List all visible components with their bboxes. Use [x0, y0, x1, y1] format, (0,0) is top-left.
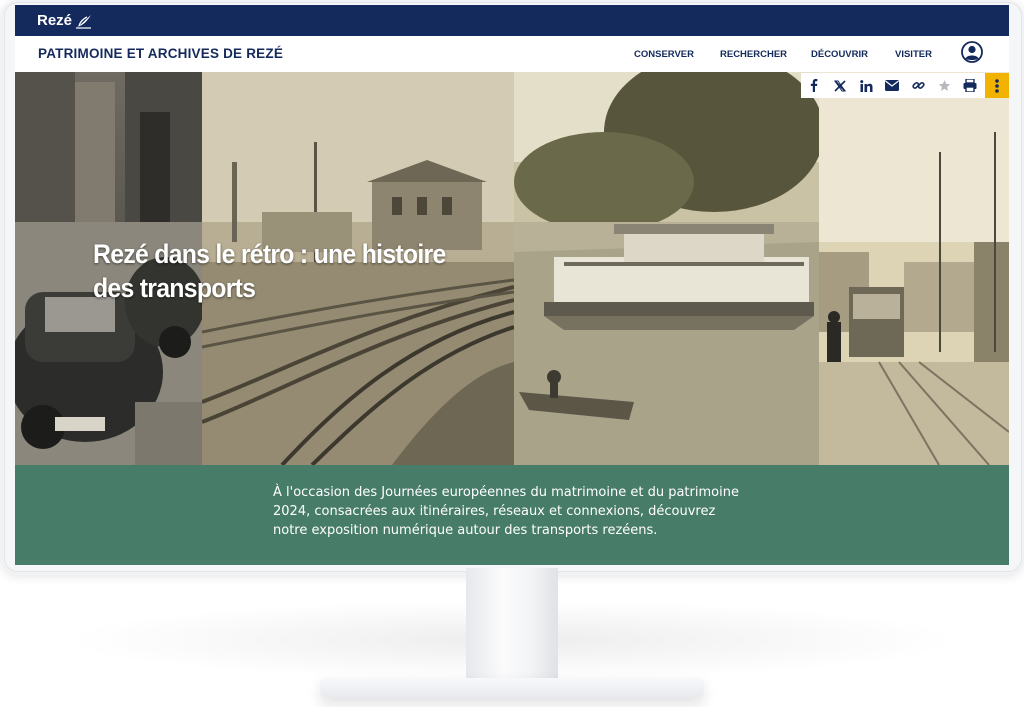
nav-item-decouvrir[interactable]: DÉCOUVRIR: [811, 49, 868, 60]
hero-title: Rezé dans le rétro : une histoire des tr…: [93, 239, 446, 303]
more-vertical-icon[interactable]: [985, 73, 1009, 98]
user-account-icon[interactable]: [961, 41, 983, 63]
share-toolbar: [801, 73, 1009, 98]
monitor-stand-neck: [466, 568, 558, 680]
hero-image-paddle-steamer: [514, 72, 819, 465]
nav-item-visiter[interactable]: VISITER: [895, 49, 932, 60]
site-title[interactable]: PATRIMOINE ET ARCHIVES DE REZÉ: [38, 46, 283, 61]
nav-item-conserver[interactable]: CONSERVER: [634, 49, 694, 60]
email-icon[interactable]: [879, 73, 905, 98]
link-icon[interactable]: [905, 73, 931, 98]
print-icon[interactable]: [957, 73, 983, 98]
reze-logo[interactable]: Rezé: [37, 12, 93, 29]
intro-text: À l'occasion des Journées européennes du…: [273, 485, 739, 538]
nav-item-rechercher[interactable]: RECHERCHER: [720, 49, 787, 60]
hero-image-tramway-street: [819, 72, 1009, 465]
x-icon[interactable]: [827, 73, 853, 98]
star-icon[interactable]: [931, 73, 957, 98]
linkedin-icon[interactable]: [853, 73, 879, 98]
facebook-icon[interactable]: [801, 73, 827, 98]
intro-band: À l'occasion des Journées européennes du…: [15, 465, 1009, 565]
hero-banner: Rezé dans le rétro : une histoire des tr…: [15, 72, 1009, 465]
brand-bar: Rezé: [15, 5, 1009, 36]
browser-screen: Rezé PATRIMOINE ET ARCHIVES DE REZÉ CONS…: [15, 5, 1009, 565]
leaf-icon: [76, 14, 92, 29]
main-navigation: PATRIMOINE ET ARCHIVES DE REZÉ CONSERVER…: [15, 36, 1009, 72]
monitor-stand-base: [320, 678, 704, 698]
logo-text: Rezé: [37, 12, 73, 29]
